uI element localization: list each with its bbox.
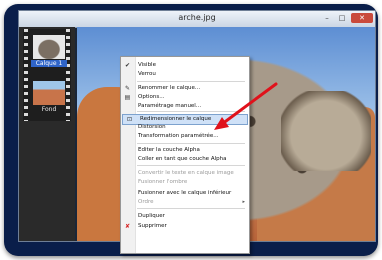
annotation-red-arrow bbox=[214, 82, 278, 130]
